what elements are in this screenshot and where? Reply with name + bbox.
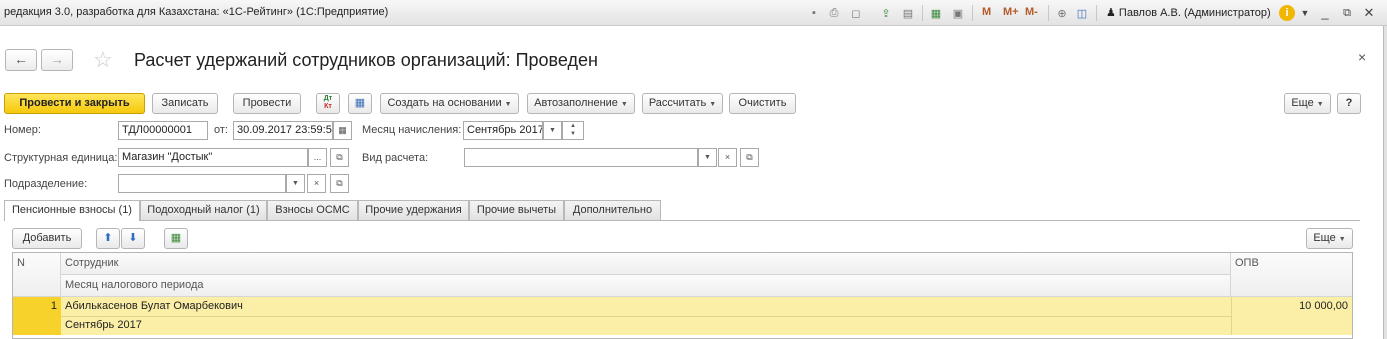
col-employee-header[interactable]: Сотрудник — [61, 253, 1231, 275]
save-button[interactable]: Записать — [152, 93, 218, 114]
forward-button[interactable]: → — [41, 49, 73, 71]
row-number: 1 — [50, 300, 57, 312]
calculate-label: Рассчитать — [648, 97, 707, 109]
open-icon[interactable]: ⧉ — [740, 148, 759, 167]
number-field[interactable]: ТДЛ00000001 — [118, 121, 208, 140]
table-more-button[interactable]: Еще ▼ — [1306, 228, 1353, 249]
info-icon[interactable]: i — [1279, 5, 1295, 21]
month-label: Месяц начисления: — [362, 124, 462, 136]
create-based-label: Создать на основании — [387, 97, 502, 109]
chevron-down-icon: ▼ — [1338, 236, 1346, 243]
current-user[interactable]: ♟ Павлов А.В. (Администратор) — [1106, 6, 1271, 19]
tab-additional[interactable]: Дополнительно — [564, 200, 661, 220]
tab-divider — [4, 220, 1360, 221]
division-label: Подразделение: — [4, 178, 88, 190]
tab-income-tax[interactable]: Подоходный налог (1) — [140, 200, 267, 220]
tab-osms[interactable]: Взносы ОСМС — [267, 200, 358, 220]
restore-icon[interactable]: ⧉ — [1338, 4, 1356, 22]
col-opv-header[interactable]: ОПВ — [1231, 253, 1352, 297]
move-up-icon[interactable]: ⬆ — [96, 228, 120, 249]
app-title-bar: редакция 3.0, разработка для Казахстана:… — [0, 0, 1387, 26]
open-icon[interactable]: ⧉ — [330, 148, 349, 167]
unit-field[interactable]: Магазин "Достык" — [118, 148, 308, 167]
post-and-close-button[interactable]: Провести и закрыть — [4, 93, 145, 114]
number-label: Номер: — [4, 124, 41, 136]
tab-other-deductions[interactable]: Прочие удержания — [358, 200, 469, 220]
scan-icon[interactable]: ▤ — [900, 5, 916, 21]
dt-kt-button[interactable]: Дт Кт — [316, 93, 340, 114]
more-button[interactable]: Еще ▼ — [1284, 93, 1331, 114]
open-icon[interactable]: ⧉ — [330, 174, 349, 193]
close-form-icon[interactable]: × — [1358, 49, 1366, 65]
month-stepper[interactable]: ▲ ▼ — [562, 121, 584, 140]
chevron-down-icon: ▼ — [709, 101, 717, 108]
calendar-icon[interactable]: ▦ — [333, 121, 352, 140]
dropdown-arrow-icon[interactable]: ▼ — [286, 174, 305, 193]
minimize-icon[interactable]: _ — [1316, 4, 1334, 22]
back-button[interactable]: ← — [5, 49, 37, 71]
close-window-icon[interactable]: ✕ — [1360, 4, 1378, 22]
dropdown-arrow-icon[interactable]: ▼ — [698, 148, 717, 167]
employee-cell[interactable]: Абилькасенов Булат Омарбекович — [65, 297, 243, 316]
dt-kt-icon-bottom: Кт — [324, 103, 332, 110]
save-icon[interactable]: ▪ — [806, 5, 822, 21]
row-divider — [61, 316, 1231, 317]
preview-icon[interactable]: ◻ — [848, 5, 864, 21]
dropdown-arrow-icon[interactable]: ▼ — [543, 121, 562, 140]
upload-icon[interactable]: ⇪ — [878, 5, 894, 21]
memory-plus-button[interactable]: M+ — [1003, 6, 1019, 18]
calculate-button[interactable]: Рассчитать ▼ — [642, 93, 723, 114]
col-n-header[interactable]: N — [13, 253, 61, 297]
favorite-star-icon[interactable]: ☆ — [93, 48, 113, 72]
more-label: Еще — [1291, 97, 1314, 109]
help-button[interactable]: ? — [1337, 93, 1361, 114]
zoom-icon[interactable]: ⊕ — [1054, 5, 1070, 21]
clear-icon[interactable]: × — [718, 148, 737, 167]
table-row[interactable]: 1 Абилькасенов Булат Омарбекович Сентябр… — [13, 297, 1352, 335]
window-edge — [1383, 26, 1387, 339]
chevron-down-icon: ▼ — [620, 101, 628, 108]
create-based-button[interactable]: Создать на основании ▼ — [380, 93, 519, 114]
calc-type-field[interactable] — [464, 148, 698, 167]
col-period-header[interactable]: Месяц налогового периода — [61, 275, 1231, 297]
date-label: от: — [214, 124, 228, 136]
structure-icon[interactable]: ▦ — [348, 93, 372, 114]
autofill-label: Автозаполнение — [534, 97, 618, 109]
chevron-down-icon: ▼ — [504, 101, 512, 108]
memory-m-button[interactable]: M — [982, 6, 991, 18]
panel-icon[interactable]: ◫ — [1074, 5, 1090, 21]
print-icon[interactable]: ⎙ — [826, 5, 842, 21]
calc-type-label: Вид расчета: — [362, 152, 429, 164]
unit-label: Структурная единица: — [4, 152, 118, 164]
autofill-button[interactable]: Автозаполнение ▼ — [527, 93, 635, 114]
deductions-table[interactable]: N Сотрудник Месяц налогового периода ОПВ… — [12, 252, 1353, 339]
clear-button[interactable]: Очистить — [729, 93, 796, 114]
opv-cell[interactable]: 10 000,00 — [1231, 297, 1348, 316]
period-cell[interactable]: Сентябрь 2017 — [65, 316, 142, 335]
tab-pension[interactable]: Пенсионные взносы (1) — [4, 200, 140, 221]
select-ellipsis-icon[interactable]: ... — [308, 148, 327, 167]
menu-arrow-icon[interactable]: ▼ — [1296, 4, 1314, 22]
month-field[interactable]: Сентябрь 2017 — [463, 121, 543, 140]
fill-table-icon[interactable]: ▦ — [164, 228, 188, 249]
app-title: редакция 3.0, разработка для Казахстана:… — [4, 6, 389, 18]
tab-other-withholdings[interactable]: Прочие вычеты — [469, 200, 564, 220]
calendar-icon[interactable]: ▣ — [950, 5, 966, 21]
table-more-label: Еще — [1313, 232, 1336, 244]
calculator-icon[interactable]: ▦ — [928, 5, 944, 21]
memory-minus-button[interactable]: M- — [1025, 6, 1038, 18]
division-field[interactable] — [118, 174, 286, 193]
clear-icon[interactable]: × — [307, 174, 326, 193]
chevron-down-icon: ▼ — [1316, 101, 1324, 108]
dt-kt-icon-top: Дт — [323, 95, 333, 102]
date-field[interactable]: 30.09.2017 23:59:59 — [233, 121, 333, 140]
move-down-icon[interactable]: ⬇ — [121, 228, 145, 249]
user-name: Павлов А.В. (Администратор) — [1118, 7, 1271, 19]
post-button[interactable]: Провести — [233, 93, 301, 114]
page-title: Расчет удержаний сотрудников организаций… — [134, 50, 598, 70]
add-button[interactable]: Добавить — [12, 228, 82, 249]
